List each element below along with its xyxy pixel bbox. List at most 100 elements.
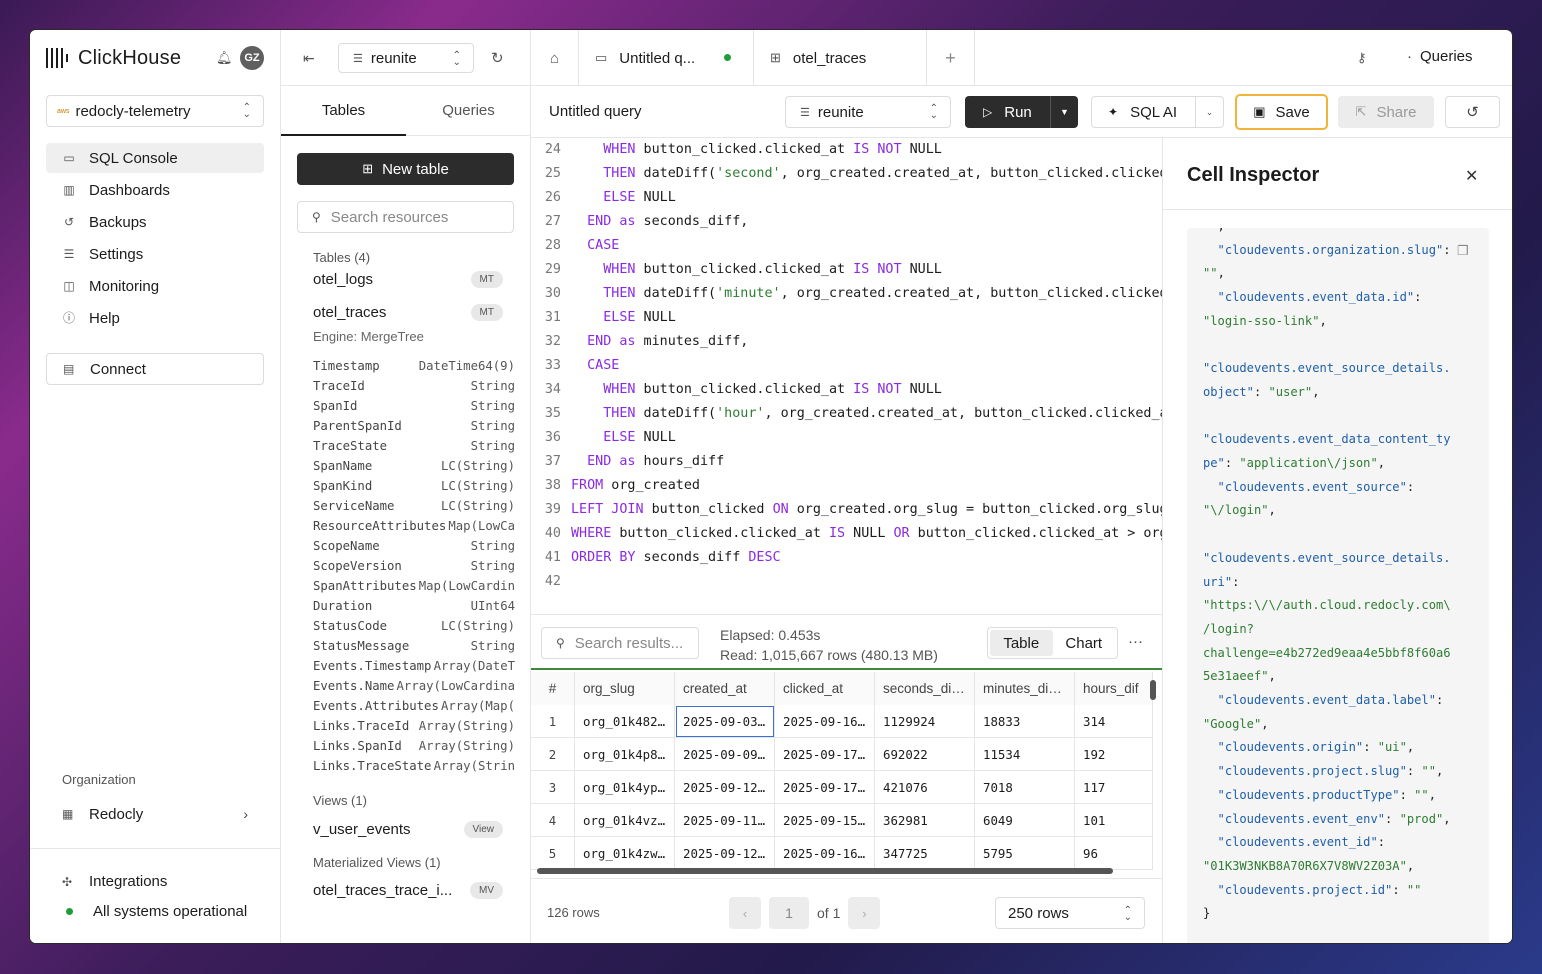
column-item[interactable]: Events.Timestamp Array(DateT	[313, 656, 515, 676]
json-viewer[interactable]: , "cloudevents.organization.slug":"", "c…	[1187, 228, 1489, 943]
table-cell[interactable]: 11534	[975, 738, 1075, 771]
column-item[interactable]: ServiceName LC(String)	[313, 496, 515, 516]
table-cell[interactable]: 362981	[875, 804, 975, 837]
column-header[interactable]: minutes_di…	[975, 672, 1075, 705]
column-item[interactable]: ScopeName String	[313, 536, 515, 556]
tab-queries[interactable]: Queries	[406, 86, 531, 135]
search-results-input[interactable]: ⚲ Search results...	[541, 627, 699, 659]
table-item-otel-logs[interactable]: otel_logs MT	[313, 268, 503, 290]
brand-logo[interactable]: ClickHouse	[46, 46, 266, 70]
sidebar-item-monitoring[interactable]: ◫ Monitoring	[46, 271, 264, 301]
mview-item[interactable]: otel_traces_trace_i... MV	[313, 879, 503, 901]
sidebar-item-integrations[interactable]: ✣ Integrations	[62, 873, 167, 890]
tab-otel-traces[interactable]: ⊞ otel_traces	[754, 30, 927, 86]
column-item[interactable]: Links.TraceState Array(Strin	[313, 756, 515, 776]
new-table-button[interactable]: ⊞ New table	[297, 153, 514, 185]
next-page-button[interactable]: ›	[848, 897, 881, 929]
table-item-otel-traces[interactable]: otel_traces MT	[313, 301, 503, 323]
page-number-input[interactable]: 1	[769, 897, 809, 929]
column-header[interactable]: clicked_at	[775, 672, 875, 705]
table-cell[interactable]: 2025-09-11…	[675, 804, 775, 837]
table-row[interactable]: 5 org_01k4zw… 2025-09-12… 2025-09-16… 347725…	[531, 837, 1153, 870]
new-tab-button[interactable]: +	[927, 30, 975, 86]
query-title[interactable]: Untitled query	[549, 103, 642, 120]
row-number[interactable]: 2	[531, 738, 575, 771]
row-number[interactable]: 5	[531, 837, 575, 870]
table-cell[interactable]: 421076	[875, 771, 975, 804]
table-row[interactable]: 2 org_01k4p8… 2025-09-09… 2025-09-17… 692022…	[531, 738, 1153, 771]
collapse-panel-icon[interactable]: ⇤	[303, 50, 315, 67]
more-icon[interactable]: ···	[1128, 633, 1143, 650]
column-item[interactable]: SpanKind LC(String)	[313, 476, 515, 496]
table-cell[interactable]: 2025-09-12…	[675, 837, 775, 870]
table-cell[interactable]: org_01k4yp…	[575, 771, 675, 804]
run-options-button[interactable]: ▼	[1050, 96, 1078, 128]
row-number[interactable]: 4	[531, 804, 575, 837]
table-cell[interactable]: org_01k4vz…	[575, 804, 675, 837]
table-row[interactable]: 4 org_01k4vz… 2025-09-11… 2025-09-15… 362981…	[531, 804, 1153, 837]
column-item[interactable]: Links.TraceId Array(String)	[313, 716, 515, 736]
tab-untitled-query[interactable]: ▭ Untitled q...	[579, 30, 754, 86]
column-item[interactable]: SpanName LC(String)	[313, 456, 515, 476]
column-item[interactable]: Duration UInt64	[313, 596, 515, 616]
sidebar-item-backups[interactable]: ↺ Backups	[46, 207, 264, 237]
table-cell[interactable]: 2025-09-16…	[775, 705, 875, 738]
history-button[interactable]: ↺	[1445, 96, 1500, 128]
close-icon[interactable]: ✕	[1465, 166, 1478, 186]
column-item[interactable]: SpanAttributes Map(LowCardin	[313, 576, 515, 596]
table-view-button[interactable]: Table	[990, 630, 1053, 656]
row-number[interactable]: 3	[531, 771, 575, 804]
table-cell[interactable]: 117	[1075, 771, 1153, 804]
column-item[interactable]: Events.Attributes Array(Map(	[313, 696, 515, 716]
bell-icon[interactable]: 🔔︎	[216, 50, 233, 66]
table-cell[interactable]: org_01k4zw…	[575, 837, 675, 870]
column-item[interactable]: ParentSpanId String	[313, 416, 515, 436]
sql-editor[interactable]: 24 WHEN button_clicked.clicked_at IS NOT…	[531, 138, 1162, 614]
key-icon[interactable]: ⚷	[1357, 50, 1367, 66]
table-cell[interactable]: 2025-09-16…	[775, 837, 875, 870]
sidebar-item-sql-console[interactable]: ▭ SQL Console	[46, 143, 264, 173]
user-avatar[interactable]: GZ	[240, 46, 264, 70]
chevron-down-icon[interactable]: ⌄	[1195, 97, 1223, 127]
column-item[interactable]: ResourceAttributes Map(LowCa	[313, 516, 515, 536]
table-cell[interactable]: org_01k4p8…	[575, 738, 675, 771]
table-cell[interactable]: 5795	[975, 837, 1075, 870]
column-item[interactable]: StatusCode LC(String)	[313, 616, 515, 636]
column-header[interactable]: #	[531, 672, 575, 705]
rows-per-page-select[interactable]: 250 rows ⌃ ⌄	[995, 897, 1145, 929]
table-cell[interactable]: 18833	[975, 705, 1075, 738]
queries-link[interactable]: Queries	[1407, 48, 1473, 65]
table-cell[interactable]: 6049	[975, 804, 1075, 837]
table-cell[interactable]: 2025-09-03…	[675, 705, 775, 738]
horizontal-scrollbar[interactable]	[537, 868, 1113, 874]
tab-tables[interactable]: Tables	[281, 86, 406, 136]
query-database-selector[interactable]: ☰ reunite ⌃ ⌄	[785, 96, 951, 128]
table-cell[interactable]: 192	[1075, 738, 1153, 771]
save-button[interactable]: ▣ Save	[1235, 94, 1328, 130]
column-item[interactable]: StatusMessage String	[313, 636, 515, 656]
service-selector[interactable]: aws redocly-telemetry ⌃ ⌄	[46, 95, 264, 127]
search-resources-input[interactable]: ⚲ Search resources	[297, 201, 514, 233]
table-cell[interactable]: 96	[1075, 837, 1153, 870]
column-item[interactable]: Events.Name Array(LowCardina	[313, 676, 515, 696]
column-item[interactable]: SpanId String	[313, 396, 515, 416]
sql-ai-button[interactable]: ✦ SQL AI ⌄	[1091, 96, 1224, 128]
table-row[interactable]: 1 org_01k482… 2025-09-03… 2025-09-16… 112992…	[531, 705, 1153, 738]
table-cell[interactable]: 1129924	[875, 705, 975, 738]
table-cell[interactable]: 314	[1075, 705, 1153, 738]
run-button[interactable]: ▷ Run ▼	[965, 96, 1078, 128]
row-number[interactable]: 1	[531, 705, 575, 738]
column-item[interactable]: Links.SpanId Array(String)	[313, 736, 515, 756]
sidebar-item-dashboards[interactable]: ▥ Dashboards	[46, 175, 264, 205]
sidebar-item-help[interactable]: ⓘ Help	[46, 303, 264, 333]
column-item[interactable]: Timestamp DateTime64(9)	[313, 356, 515, 376]
table-cell[interactable]: 2025-09-15…	[775, 804, 875, 837]
home-tab[interactable]: ⌂	[531, 30, 579, 86]
column-item[interactable]: TraceState String	[313, 436, 515, 456]
copy-icon[interactable]: ❐	[1457, 243, 1469, 259]
column-item[interactable]: TraceId String	[313, 376, 515, 396]
database-selector[interactable]: ☰ reunite ⌃ ⌄	[338, 43, 474, 73]
refresh-icon[interactable]: ↻	[491, 49, 504, 67]
table-cell[interactable]: 7018	[975, 771, 1075, 804]
connect-button[interactable]: ▤ Connect	[46, 353, 264, 385]
